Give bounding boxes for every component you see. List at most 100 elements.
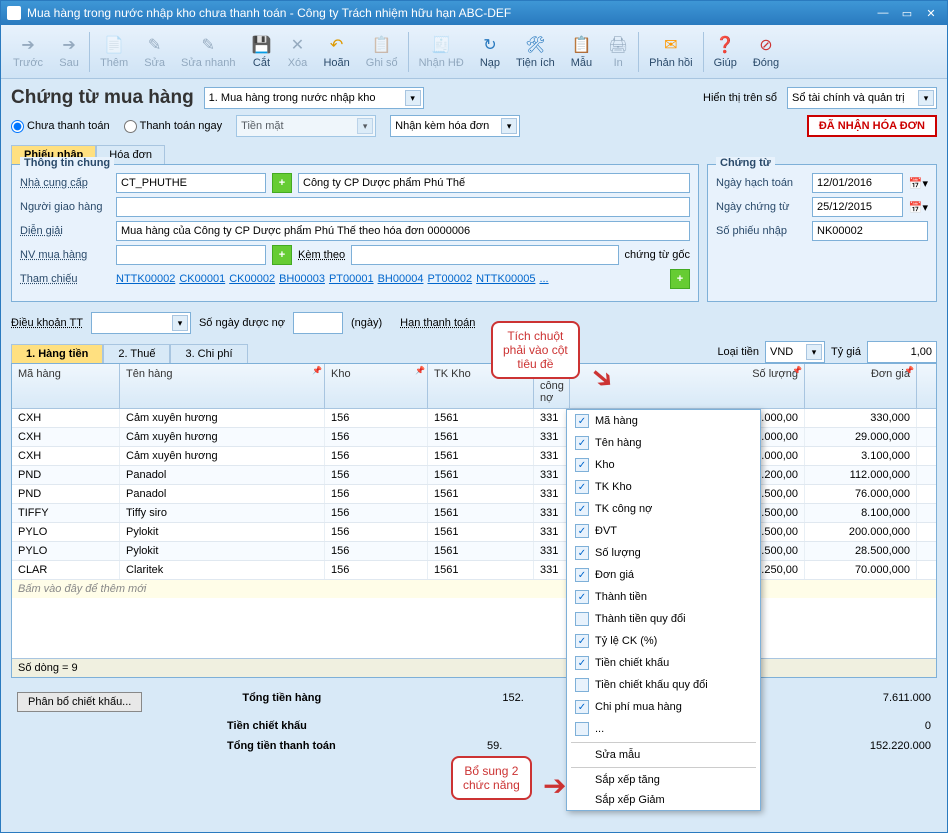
calendar-icon[interactable]: 📅▾ <box>909 201 928 214</box>
payment-method-combo[interactable]: Tiền mặt▾ <box>236 115 376 137</box>
checkbox-icon <box>575 678 589 692</box>
menu-item-column-toggle[interactable]: Tiền chiết khấu quy đổi <box>567 674 760 696</box>
nav-after-button[interactable]: ➔Sau <box>51 33 87 71</box>
table-row[interactable]: CXHCảm xuyên hương1561561331.000,00330,0… <box>12 409 936 428</box>
edit-button[interactable]: ✎Sửa <box>136 33 173 71</box>
tab-cost[interactable]: 3. Chi phí <box>170 344 247 363</box>
menu-item-column-toggle[interactable]: Thành tiền quy đổi <box>567 608 760 630</box>
ref-link[interactable]: NTTK00005 <box>476 273 535 285</box>
ref-link[interactable]: BH00003 <box>279 273 325 285</box>
currency-combo[interactable]: VND▾ <box>765 341 825 363</box>
menu-item-edit-template[interactable]: Sửa mẫu <box>567 745 760 765</box>
supplier-name-input[interactable]: Công ty CP Dược phẩm Phú Thế <box>298 173 690 193</box>
ref-link[interactable]: NTTK00002 <box>116 273 175 285</box>
doc-date-input[interactable]: 25/12/2015 <box>812 197 903 217</box>
doc-no-input[interactable]: NK00002 <box>812 221 928 241</box>
table-row[interactable]: PNDPanadol1561561331.200,00112.000,000 <box>12 466 936 485</box>
close-button[interactable]: ✕ <box>921 5 941 21</box>
close-tab-button[interactable]: ⊘Đóng <box>745 33 787 71</box>
util-button[interactable]: 🛠Tiện ích <box>508 33 563 71</box>
tab-money[interactable]: 1. Hàng tiền <box>11 344 103 363</box>
discount-total: 0 <box>781 720 931 732</box>
menu-item-column-toggle[interactable]: ✓ĐVT <box>567 520 760 542</box>
table-row[interactable]: TIFFYTiffy siro1561561331.500,008.100,00… <box>12 504 936 523</box>
add-buyer-button[interactable]: + <box>272 245 292 265</box>
menu-item-column-toggle[interactable]: ✓TK Kho <box>567 476 760 498</box>
menu-item-column-toggle[interactable]: ✓TK công nợ <box>567 498 760 520</box>
desc-input[interactable]: Mua hàng của Công ty CP Dược phẩm Phú Th… <box>116 221 690 241</box>
print-button[interactable]: 🖨In <box>600 33 636 71</box>
window-title: Mua hàng trong nước nhập kho chưa thanh … <box>27 6 873 20</box>
ref-link[interactable]: ... <box>539 273 548 285</box>
col-name[interactable]: Tên hàng📌 <box>120 364 325 408</box>
col-warehouse[interactable]: Kho📌 <box>325 364 428 408</box>
ref-link[interactable]: PT00002 <box>427 273 472 285</box>
rate-input[interactable]: 1,00 <box>867 341 937 363</box>
menu-item-column-toggle[interactable]: ✓Thành tiền <box>567 586 760 608</box>
deliverer-input[interactable] <box>116 197 690 217</box>
table-row[interactable]: PYLOPylokit1561561331.500,0028.500,000 <box>12 542 936 561</box>
maximize-button[interactable]: ▭ <box>897 5 917 21</box>
feedback-button[interactable]: ✉Phản hồi <box>641 33 700 71</box>
edit-icon: ✎ <box>145 35 165 55</box>
quickedit-icon: ✎ <box>198 35 218 55</box>
attach-input[interactable] <box>351 245 618 265</box>
col-code[interactable]: Mã hàng <box>12 364 120 408</box>
table-row[interactable]: PYLOPylokit1561561331.500,00200.000,000 <box>12 523 936 542</box>
table-row[interactable]: CXHCảm xuyên hương1561561331.000,003.100… <box>12 447 936 466</box>
col-price[interactable]: Đơn giá📌 <box>805 364 917 408</box>
delete-button[interactable]: ✕Xóa <box>279 33 315 71</box>
template-button[interactable]: 📋Mẫu <box>563 33 600 71</box>
voucher-type-combo[interactable]: 1. Mua hàng trong nước nhập kho▾ <box>204 87 424 109</box>
ref-link[interactable]: CK00002 <box>229 273 275 285</box>
menu-item-column-toggle[interactable]: ✓Kho <box>567 454 760 476</box>
tab-tax[interactable]: 2. Thuế <box>103 344 170 363</box>
save-button[interactable]: 💾Cắt <box>243 33 279 71</box>
checkbox-icon <box>575 612 589 626</box>
menu-item-sort-desc[interactable]: Sắp xếp Giảm <box>567 790 760 810</box>
callout-right-click: Tích chuột phải vào cột tiêu đề <box>491 321 580 379</box>
help-button[interactable]: ❓Giúp <box>706 33 745 71</box>
menu-item-column-toggle[interactable]: ✓Tên hàng <box>567 432 760 454</box>
menu-item-column-toggle[interactable]: ... <box>567 718 760 740</box>
post-button[interactable]: 📋Ghi sổ <box>358 33 406 71</box>
menu-item-column-toggle[interactable]: ✓Tiền chiết khấu <box>567 652 760 674</box>
add-button[interactable]: 📄Thêm <box>92 33 136 71</box>
unpaid-radio[interactable]: Chưa thanh toán <box>11 120 110 133</box>
alloc-discount-button[interactable]: Phân bổ chiết khấu... <box>17 692 142 712</box>
recv-invoice-button[interactable]: 🧾Nhận HĐ <box>411 33 472 71</box>
table-row[interactable]: CLARClaritek1561561331.250,0070.000,000 <box>12 561 936 580</box>
minimize-button[interactable]: — <box>873 5 893 21</box>
menu-item-column-toggle[interactable]: ✓Tỷ lệ CK (%) <box>567 630 760 652</box>
days-input[interactable] <box>293 312 343 334</box>
supplier-code-input[interactable]: CT_PHUTHE <box>116 173 266 193</box>
paidnow-radio[interactable]: Thanh toán ngay <box>124 120 223 133</box>
invoice-receive-combo[interactable]: Nhận kèm hóa đơn▾ <box>390 115 520 137</box>
received-invoice-button[interactable]: ĐÃ NHẬN HÓA ĐƠN <box>807 115 937 137</box>
menu-item-column-toggle[interactable]: ✓Số lượng <box>567 542 760 564</box>
add-supplier-button[interactable]: + <box>272 173 292 193</box>
undo-button[interactable]: ↶Hoãn <box>315 33 357 71</box>
receipt-icon: 🧾 <box>431 35 451 55</box>
buyer-input[interactable] <box>116 245 266 265</box>
subtotal: 7.611.000 <box>781 692 931 712</box>
menu-item-column-toggle[interactable]: ✓Đơn giá <box>567 564 760 586</box>
acc-date-input[interactable]: 12/01/2016 <box>812 173 903 193</box>
nav-before-button[interactable]: ➔Trước <box>5 33 51 71</box>
add-ref-button[interactable]: + <box>670 269 690 289</box>
book-display-combo[interactable]: Sổ tài chính và quản trị▾ <box>787 87 937 109</box>
table-row[interactable]: CXHCảm xuyên hương1561561331.000,0029.00… <box>12 428 936 447</box>
load-button[interactable]: ↻Nạp <box>472 33 508 71</box>
ref-link[interactable]: CK00001 <box>179 273 225 285</box>
table-row[interactable]: PNDPanadol1561561331.500,0076.000,000 <box>12 485 936 504</box>
menu-item-sort-asc[interactable]: Sắp xếp tăng <box>567 770 760 790</box>
menu-item-column-toggle[interactable]: ✓Mã hàng <box>567 410 760 432</box>
calendar-icon[interactable]: 📅▾ <box>909 177 928 190</box>
ref-link[interactable]: BH00004 <box>378 273 424 285</box>
menu-item-column-toggle[interactable]: ✓Chi phí mua hàng <box>567 696 760 718</box>
ref-link[interactable]: PT00001 <box>329 273 374 285</box>
quickedit-button[interactable]: ✎Sửa nhanh <box>173 33 243 71</box>
terms-combo[interactable]: ▾ <box>91 312 191 334</box>
checkbox-icon: ✓ <box>575 590 589 604</box>
add-row-hint[interactable]: Bấm vào đây để thêm mới <box>12 580 936 598</box>
